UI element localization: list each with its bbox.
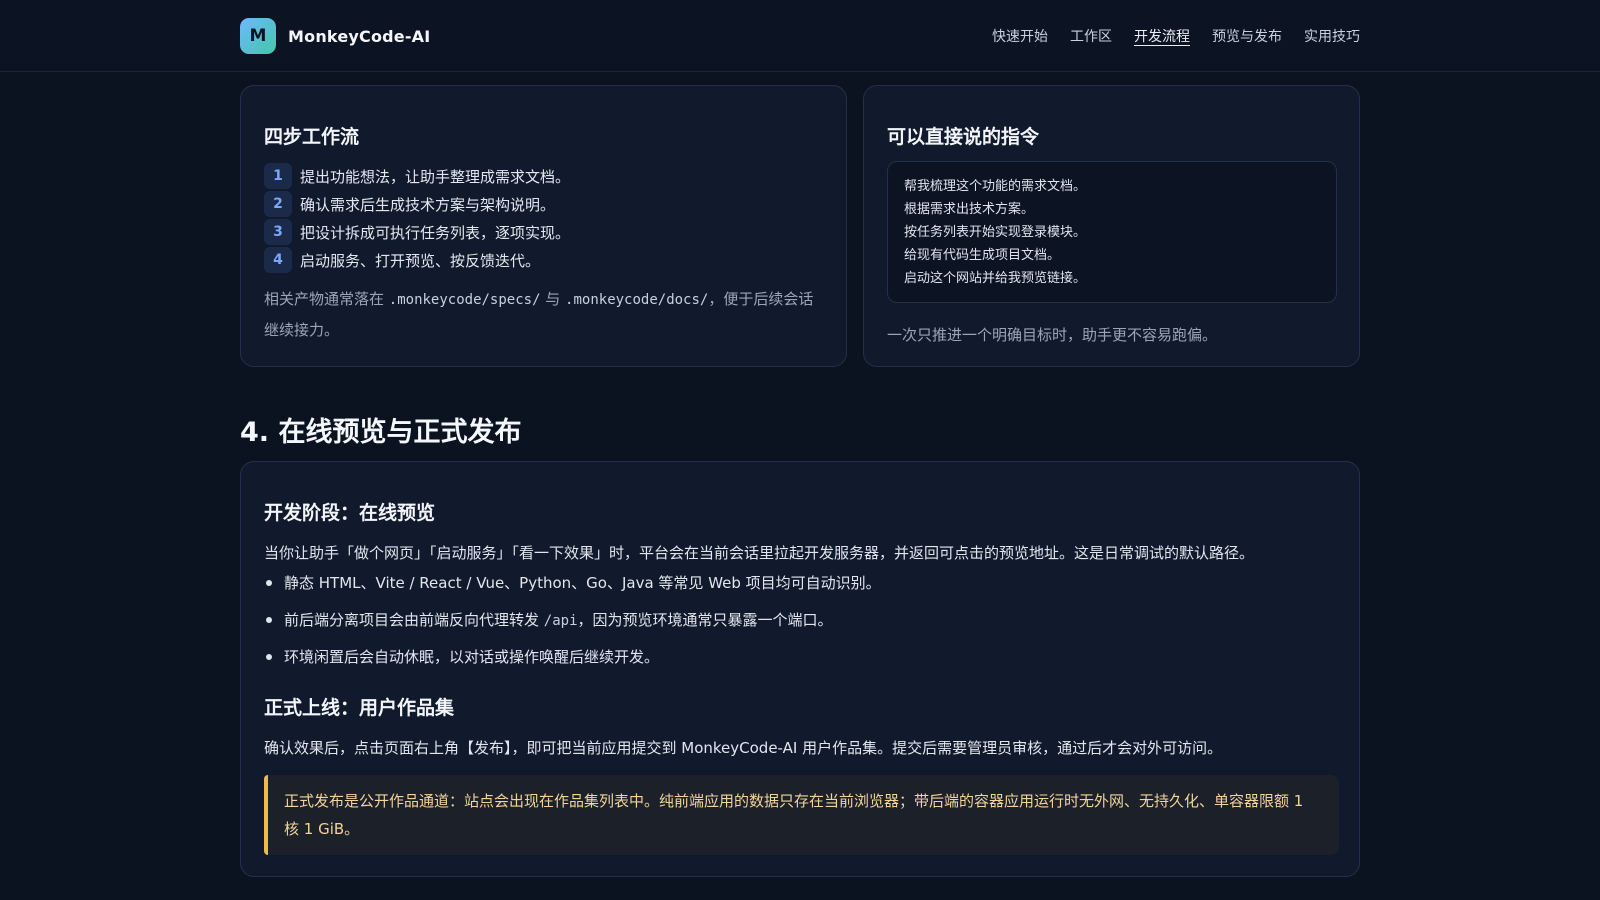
publish-warning-callout: 正式发布是公开作品通道：站点会出现在作品集列表中。纯前端应用的数据只存在当前浏览… — [264, 775, 1339, 855]
dev-stage-bullets: 静态 HTML、Vite / React / Vue、Python、Go、Jav… — [264, 564, 881, 675]
bullet-text: 环境闲置后会自动休眠，以对话或操作唤醒后继续开发。 — [284, 648, 660, 666]
docs-path: .monkeycode/docs/ — [565, 292, 709, 308]
step-number-badge: 1 — [264, 163, 292, 189]
dev-stage-paragraph: 当你让助手「做个网页」「启动服务」「看一下效果」时，平台会在当前会话里拉起开发服… — [264, 544, 1255, 562]
step-text: 确认需求后生成技术方案与架构说明。 — [300, 195, 556, 214]
brand[interactable]: M MonkeyCode-AI — [240, 18, 430, 54]
nav-tips[interactable]: 实用技巧 — [1304, 26, 1360, 46]
brand-name: MonkeyCode-AI — [288, 26, 431, 46]
nav-workspace[interactable]: 工作区 — [1070, 26, 1112, 46]
nav-quick-start[interactable]: 快速开始 — [992, 26, 1048, 46]
nav-preview-publish[interactable]: 预览与发布 — [1212, 26, 1282, 46]
command-line: 给现有代码生成项目文档。 — [904, 248, 1061, 263]
workflow-title: 四步工作流 — [264, 126, 360, 148]
note-mid: 与 — [540, 290, 566, 308]
publish-stage-title: 正式上线：用户作品集 — [264, 697, 455, 719]
top-navbar: M MonkeyCode-AI 快速开始 工作区 开发流程 预览与发布 实用技巧 — [0, 0, 1600, 72]
command-line: 根据需求出技术方案。 — [904, 202, 1035, 217]
workflow-note: 相关产物通常落在 .monkeycode/specs/ 与 .monkeycod… — [264, 284, 824, 345]
commands-card: 可以直接说的指令 帮我梳理这个功能的需求文档。 根据需求出技术方案。 按任务列表… — [863, 85, 1360, 367]
api-path: /api — [543, 613, 578, 629]
step-number-badge: 3 — [264, 219, 292, 245]
step-text: 把设计拆成可执行任务列表，逐项实现。 — [300, 223, 571, 242]
bullet-item: 前后端分离项目会由前端反向代理转发 /api，因为预览环境通常只暴露一个端口。 — [264, 601, 881, 638]
step-text: 提出功能想法，让助手整理成需求文档。 — [300, 167, 571, 186]
commands-title: 可以直接说的指令 — [887, 126, 1040, 148]
workflow-card: 四步工作流 1 提出功能想法，让助手整理成需求文档。 2 确认需求后生成技术方案… — [240, 85, 847, 367]
preview-publish-card: 开发阶段：在线预览 当你让助手「做个网页」「启动服务」「看一下效果」时，平台会在… — [240, 461, 1360, 877]
specs-path: .monkeycode/specs/ — [388, 292, 541, 308]
bullet-text-suffix: ，因为预览环境通常只暴露一个端口。 — [577, 611, 833, 629]
bullet-text: 静态 HTML、Vite / React / Vue、Python、Go、Jav… — [284, 574, 881, 592]
workflow-steps: 1 提出功能想法，让助手整理成需求文档。 2 确认需求后生成技术方案与架构说明。… — [264, 162, 570, 274]
bullet-item: 环境闲置后会自动休眠，以对话或操作唤醒后继续开发。 — [264, 638, 881, 675]
commands-code-box[interactable]: 帮我梳理这个功能的需求文档。 根据需求出技术方案。 按任务列表开始实现登录模块。… — [887, 161, 1337, 303]
command-line: 按任务列表开始实现登录模块。 — [904, 225, 1087, 240]
publish-stage-paragraph: 确认效果后，点击页面右上角【发布】，即可把当前应用提交到 MonkeyCode-… — [264, 739, 1223, 757]
commands-note: 一次只推进一个明确目标时，助手更不容易跑偏。 — [887, 326, 1218, 344]
step-item: 1 提出功能想法，让助手整理成需求文档。 — [264, 162, 570, 190]
step-item: 2 确认需求后生成技术方案与架构说明。 — [264, 190, 570, 218]
bullet-item: 静态 HTML、Vite / React / Vue、Python、Go、Jav… — [264, 564, 881, 601]
step-item: 4 启动服务、打开预览、按反馈迭代。 — [264, 246, 570, 274]
command-line: 帮我梳理这个功能的需求文档。 — [904, 179, 1087, 194]
main-nav: 快速开始 工作区 开发流程 预览与发布 实用技巧 — [992, 26, 1360, 46]
step-number-badge: 2 — [264, 191, 292, 217]
section-title: 4. 在线预览与正式发布 — [240, 417, 522, 448]
note-prefix: 相关产物通常落在 — [264, 290, 389, 308]
logo-icon: M — [240, 18, 276, 54]
command-line: 启动这个网站并给我预览链接。 — [904, 271, 1087, 286]
dev-stage-title: 开发阶段：在线预览 — [264, 502, 436, 524]
step-text: 启动服务、打开预览、按反馈迭代。 — [300, 251, 541, 270]
bullet-text: 前后端分离项目会由前端反向代理转发 /api，因为预览环境通常只暴露一个端口。 — [284, 609, 833, 630]
nav-dev-flow[interactable]: 开发流程 — [1134, 26, 1190, 46]
bullet-text-prefix: 前后端分离项目会由前端反向代理转发 — [284, 611, 544, 629]
step-number-badge: 4 — [264, 247, 292, 273]
step-item: 3 把设计拆成可执行任务列表，逐项实现。 — [264, 218, 570, 246]
